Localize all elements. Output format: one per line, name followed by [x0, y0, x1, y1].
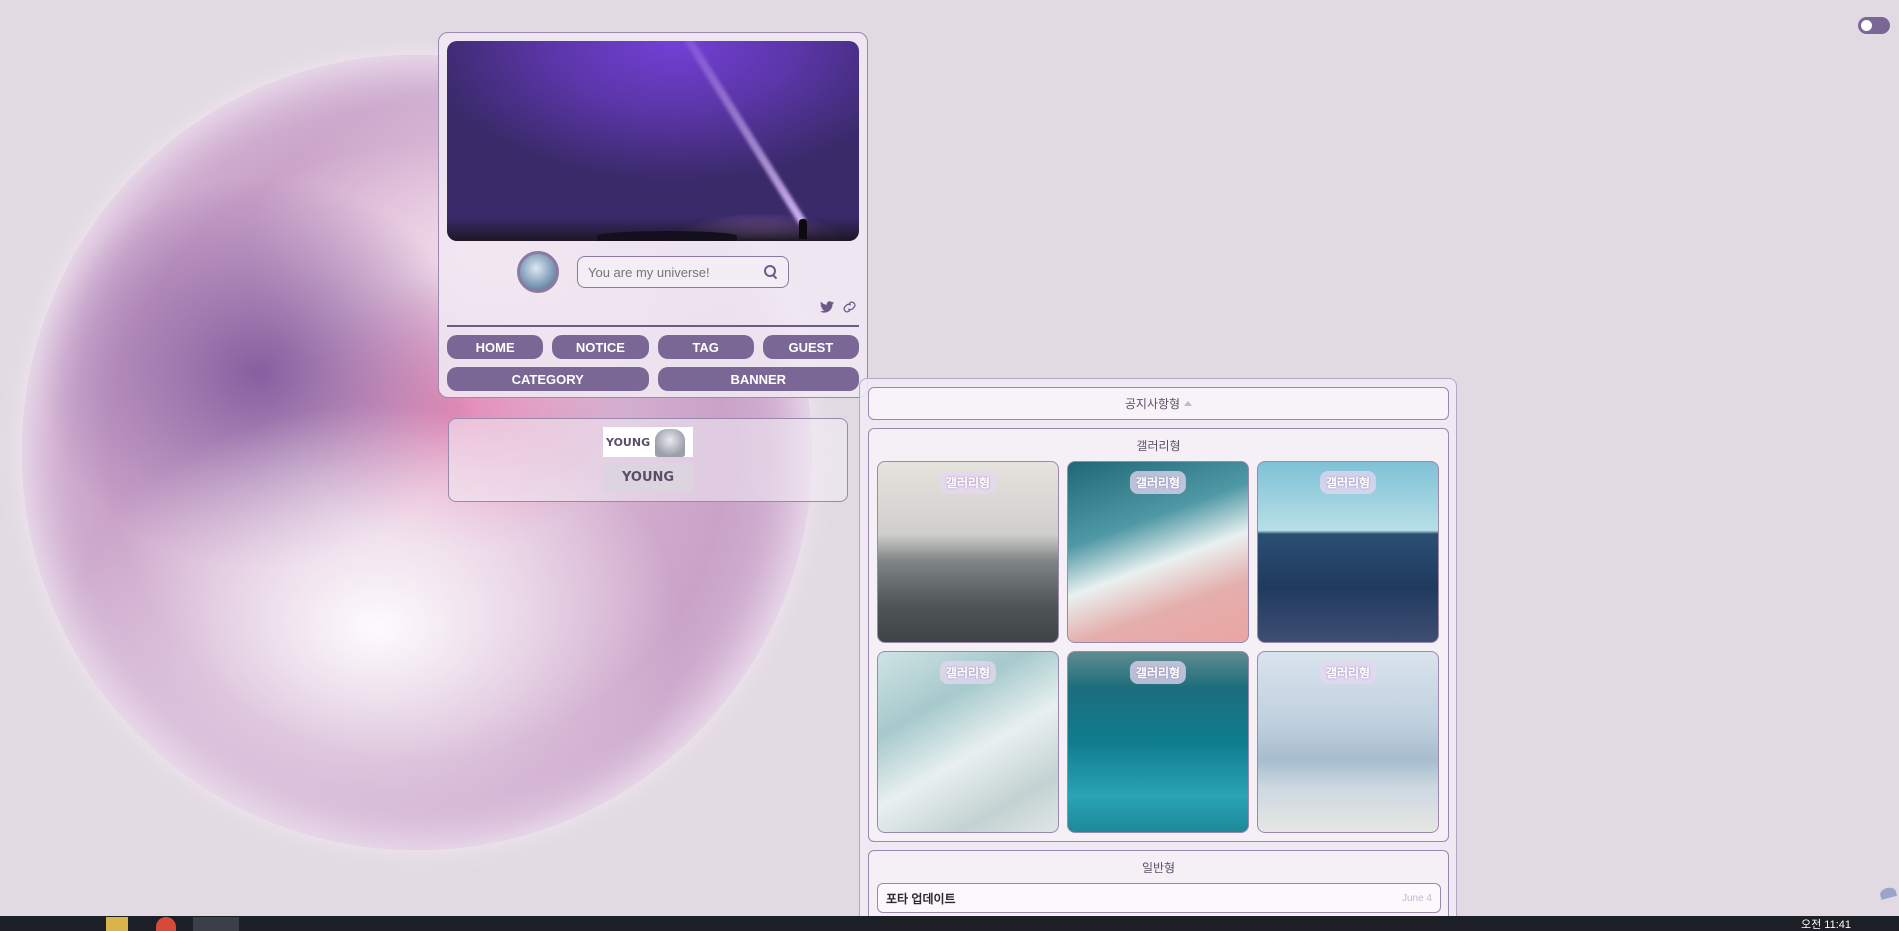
nav-guest-button[interactable]: GUEST [762, 335, 859, 359]
file-explorer-icon[interactable] [106, 917, 128, 931]
gallery-item-tag: 갤러리형 [939, 661, 997, 684]
active-app-icon[interactable] [193, 917, 239, 931]
gallery-item[interactable]: 갤러리형 [877, 651, 1059, 833]
twitter-icon[interactable] [820, 301, 834, 313]
gallery-item[interactable]: 갤러리형 [1067, 461, 1249, 643]
nav-tag-button[interactable]: TAG [657, 335, 754, 359]
gallery-title: 갤러리형 [1136, 439, 1181, 453]
banner-logo-text: YOUNG [606, 435, 651, 449]
post-date: June 4 [1401, 892, 1432, 904]
list-item[interactable]: 포타 업데이트 June 4 [877, 883, 1441, 913]
gallery-item-tag: 갤러리형 [939, 471, 997, 494]
gallery-item[interactable]: 갤러리형 [1067, 651, 1249, 833]
sidebar-card: HOME NOTICE TAG GUEST CATEGORY BANNER [438, 32, 868, 398]
caret-up-icon [1184, 401, 1193, 406]
notice-title: 공지사항형 [1124, 397, 1181, 411]
search-icon[interactable] [764, 265, 778, 279]
banner-card: YOUNG YOUNG [448, 418, 848, 502]
nav-banner-button[interactable]: BANNER [657, 367, 859, 391]
notice-section-header[interactable]: 공지사항형 [868, 387, 1449, 420]
general-title: 일반형 [1141, 861, 1176, 875]
chrome-icon[interactable] [156, 917, 176, 931]
banner-label[interactable]: YOUNG [603, 463, 693, 491]
nav-notice-button[interactable]: NOTICE [552, 335, 649, 359]
taskbar: 오전 11:41 [0, 916, 1899, 931]
toggle-knob [1861, 20, 1872, 31]
gallery-item-tag: 갤러리형 [1129, 471, 1187, 494]
gallery-item[interactable]: 갤러리형 [1257, 651, 1439, 833]
header-image [447, 41, 859, 241]
link-icon[interactable] [842, 301, 857, 313]
gallery-section: 갤러리형 갤러리형 갤러리형 갤러리형 갤러리형 갤러리형 갤러리형 [868, 428, 1449, 842]
avatar[interactable] [517, 251, 559, 293]
nav-menu: HOME NOTICE TAG GUEST CATEGORY BANNER [447, 335, 859, 391]
divider [447, 325, 859, 327]
gallery-grid: 갤러리형 갤러리형 갤러리형 갤러리형 갤러리형 갤러리형 [877, 461, 1440, 833]
search-input[interactable] [588, 264, 758, 280]
search-box[interactable] [577, 256, 789, 288]
post-title: 포타 업데이트 [886, 891, 956, 906]
theme-toggle[interactable] [1858, 17, 1890, 34]
main-panel: 공지사항형 갤러리형 갤러리형 갤러리형 갤러리형 갤러리형 갤러리형 갤러리형… [859, 378, 1457, 931]
light-beam [672, 41, 806, 225]
gallery-item-tag: 갤러리형 [1319, 661, 1377, 684]
person-silhouette [799, 219, 807, 239]
social-links [820, 301, 857, 313]
nav-category-button[interactable]: CATEGORY [447, 367, 649, 391]
gallery-item-tag: 갤러리형 [1129, 661, 1187, 684]
profile-row [517, 251, 789, 293]
nav-home-button[interactable]: HOME [447, 335, 544, 359]
corner-widget-icon[interactable] [1878, 886, 1898, 900]
gallery-item[interactable]: 갤러리형 [877, 461, 1059, 643]
banner-character [655, 429, 685, 457]
hill-silhouette [597, 231, 737, 241]
clock[interactable]: 오전 11:41 [1801, 916, 1851, 931]
gallery-item-tag: 갤러리형 [1319, 471, 1377, 494]
banner-image[interactable]: YOUNG [603, 427, 693, 457]
gallery-item[interactable]: 갤러리형 [1257, 461, 1439, 643]
